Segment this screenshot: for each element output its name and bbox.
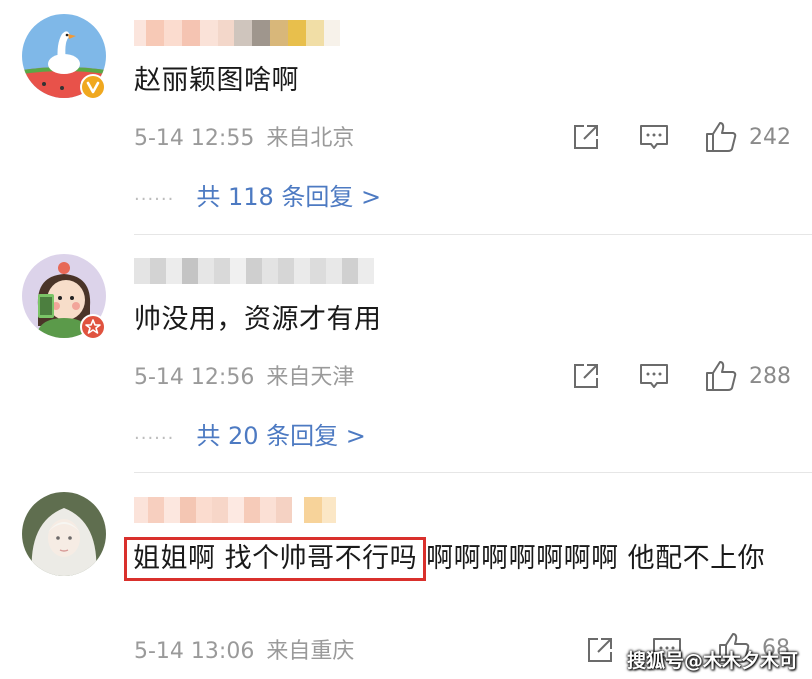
- comment-meta: 5-14 12:56 来自天津: [134, 363, 354, 393]
- username-blurred: [134, 258, 374, 284]
- like-button[interactable]: 288: [703, 359, 791, 393]
- watermark: 搜狐号@木木夕木可: [626, 650, 798, 672]
- like-count: 288: [749, 363, 791, 389]
- verified-v-icon: [86, 81, 100, 94]
- replies-count-label: 共 20 条回复 >: [196, 421, 366, 450]
- like-count: 242: [749, 124, 791, 150]
- username-blurred: [134, 20, 340, 46]
- comment-location: 来自北京: [266, 126, 355, 151]
- anime-girl-avatar-icon: [22, 492, 106, 576]
- comment-text: 姐姐啊 找个帅哥不行吗 啊啊啊啊啊啊啊 他配不上你: [124, 536, 782, 582]
- member-badge: [80, 314, 106, 340]
- comment-meta: 5-14 12:55 来自北京: [134, 124, 354, 154]
- comment-time: 5-14 12:55: [134, 126, 255, 151]
- comment-icon: [640, 125, 668, 149]
- share-icon: [574, 125, 598, 149]
- view-replies-link[interactable]: ...... 共 20 条回复 >: [134, 416, 366, 450]
- reply-dots: ......: [134, 183, 175, 205]
- comment-meta: 5-14 13:06 来自重庆: [134, 637, 354, 667]
- share-icon: [574, 364, 598, 388]
- comment-feed: 赵丽颖图啥啊 5-14 12:55 来自北京 242 ...... 共 118 …: [0, 0, 812, 679]
- comment-text: 赵丽颖图啥啊: [134, 65, 299, 96]
- highlighted-phrase: 姐姐啊 找个帅哥不行吗: [124, 537, 427, 581]
- comment-button[interactable]: [637, 120, 671, 154]
- comment-button[interactable]: [637, 359, 671, 393]
- star-icon: [85, 319, 101, 334]
- share-button[interactable]: [570, 120, 602, 154]
- verified-badge: [80, 74, 106, 100]
- share-button[interactable]: [584, 633, 616, 667]
- reply-dots: ......: [134, 422, 175, 444]
- comment-text-rest: 啊啊啊啊啊啊啊 他配不上你: [426, 543, 766, 574]
- comment-location: 来自重庆: [266, 639, 355, 664]
- comment-location: 来自天津: [266, 365, 355, 390]
- thumbs-up-icon: [706, 122, 737, 152]
- share-button[interactable]: [570, 359, 602, 393]
- thumbs-up-icon: [706, 361, 737, 391]
- view-replies-link[interactable]: ...... 共 118 条回复 >: [134, 177, 381, 211]
- avatar[interactable]: [22, 492, 106, 576]
- divider: [134, 234, 812, 235]
- comment-text: 帅没用，资源才有用: [134, 304, 382, 335]
- comment-time: 5-14 12:56: [134, 365, 255, 390]
- comment-time: 5-14 13:06: [134, 639, 255, 664]
- like-button[interactable]: 242: [703, 120, 791, 154]
- username-blurred: [134, 497, 336, 523]
- replies-count-label: 共 118 条回复 >: [196, 182, 382, 211]
- comment-icon: [640, 364, 668, 388]
- divider: [134, 472, 812, 473]
- share-icon: [588, 638, 612, 662]
